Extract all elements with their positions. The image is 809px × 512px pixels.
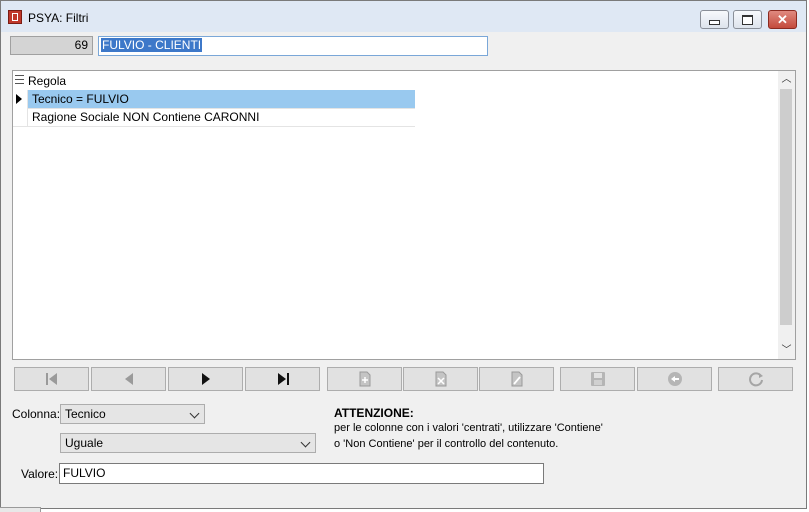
colonna-select[interactable]: Tecnico	[60, 404, 205, 424]
last-icon	[277, 373, 289, 385]
insert-record-button[interactable]	[327, 367, 402, 391]
close-icon: ✕	[777, 12, 788, 27]
valore-input[interactable]: FULVIO	[59, 463, 544, 484]
insert-icon	[359, 371, 370, 387]
cancel-edit-button[interactable]	[637, 367, 712, 391]
refresh-icon	[748, 372, 763, 387]
row-selector[interactable]	[13, 108, 28, 126]
operator-value: Uguale	[65, 436, 104, 450]
save-record-button[interactable]	[560, 367, 635, 391]
notice-line-2: o 'Non Contiene' per il controllo del co…	[334, 438, 559, 450]
table-row[interactable]: Ragione Sociale NON Contiene CARONNI	[13, 108, 415, 127]
refresh-button[interactable]	[718, 367, 793, 391]
next-icon	[201, 373, 210, 385]
column-menu-icon[interactable]	[15, 75, 24, 84]
notice-line-1: per le colonne con i valori 'centrati', …	[334, 422, 603, 434]
scroll-thumb[interactable]	[780, 89, 792, 325]
colonna-label: Colonna:	[12, 407, 61, 421]
operator-select[interactable]: Uguale	[60, 433, 316, 453]
chevron-down-icon	[189, 408, 200, 419]
rule-cell[interactable]: Ragione Sociale NON Contiene CARONNI	[28, 108, 415, 126]
colonna-value: Tecnico	[65, 407, 106, 421]
save-icon	[590, 372, 605, 386]
cancel-icon	[667, 372, 682, 386]
first-icon	[45, 373, 57, 385]
notice-title: ATTENZIONE:	[334, 406, 414, 420]
maximize-icon	[742, 14, 753, 25]
vertical-scrollbar[interactable]: ︿ ﹀	[778, 71, 795, 359]
delete-icon	[435, 371, 446, 387]
edit-record-button[interactable]	[479, 367, 554, 391]
minimize-icon	[709, 20, 720, 25]
filter-window: PSYA: Filtri ✕ 69 FULVIO - CLIENTI Regol…	[0, 0, 807, 509]
app-icon	[8, 10, 22, 24]
record-count: 69	[10, 36, 93, 55]
filter-name-input[interactable]: FULVIO - CLIENTI	[98, 36, 488, 56]
first-record-button[interactable]	[14, 367, 89, 391]
next-record-button[interactable]	[168, 367, 243, 391]
taskbar-edge	[0, 507, 41, 512]
last-record-button[interactable]	[245, 367, 320, 391]
edit-icon	[511, 371, 522, 387]
scroll-up-icon[interactable]: ︿	[778, 71, 795, 88]
current-row-icon	[16, 94, 22, 104]
close-button[interactable]: ✕	[768, 10, 797, 29]
maximize-button[interactable]	[733, 10, 762, 29]
title-bar: PSYA: Filtri ✕	[1, 1, 806, 32]
chevron-down-icon	[300, 437, 311, 448]
rules-grid[interactable]: Regola Tecnico = FULVIO Ragione Sociale …	[12, 70, 796, 360]
grid-header: Regola	[13, 71, 415, 91]
previous-record-button[interactable]	[91, 367, 166, 391]
minimize-button[interactable]	[700, 10, 729, 29]
window-title: PSYA: Filtri	[28, 11, 89, 25]
rule-cell[interactable]: Tecnico = FULVIO	[28, 90, 415, 108]
valore-label: Valore:	[21, 467, 59, 481]
table-row[interactable]: Tecnico = FULVIO	[13, 90, 415, 109]
delete-record-button[interactable]	[403, 367, 478, 391]
row-selector[interactable]	[13, 90, 28, 108]
prev-icon	[124, 373, 133, 385]
scroll-down-icon[interactable]: ﹀	[778, 342, 795, 359]
column-header-regola[interactable]: Regola	[28, 74, 66, 88]
filter-name-text: FULVIO - CLIENTI	[101, 38, 203, 52]
